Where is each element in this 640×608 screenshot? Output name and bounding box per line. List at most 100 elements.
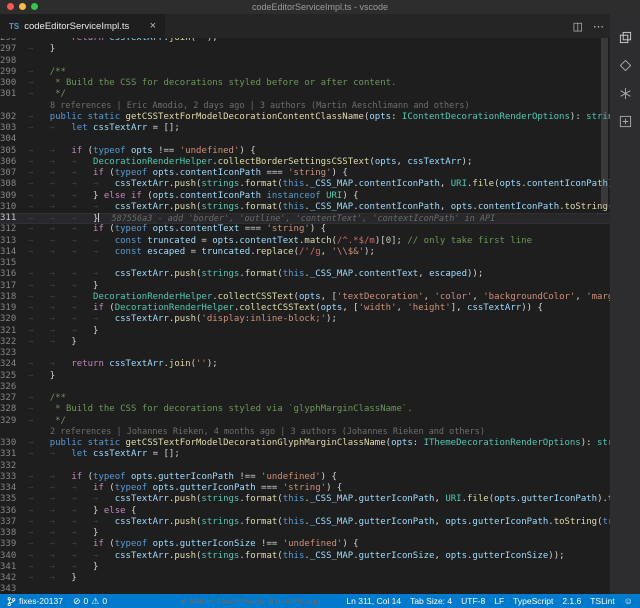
line-number[interactable]: 343 (0, 584, 28, 594)
extensions-icon[interactable] (618, 114, 632, 128)
line-number[interactable]: 301 (0, 89, 28, 100)
code-line[interactable]: 303→ → let cssTextArr = []; (0, 123, 610, 134)
code-line[interactable]: 329→ */ (0, 416, 610, 427)
code-line[interactable]: 320→ → → → cssTextArr.push('display:inli… (0, 314, 610, 325)
line-number[interactable]: 300 (0, 78, 28, 89)
code-line[interactable]: 307→ → → if (typeof opts.contentIconPath… (0, 168, 610, 179)
code-line[interactable]: 331→ → let cssTextArr = []; (0, 449, 610, 460)
feedback-smiley-icon[interactable]: ☺ (624, 597, 633, 606)
line-number[interactable]: 316 (0, 269, 28, 280)
code-line[interactable]: 302→ public static getCSSTextForModelDec… (0, 112, 610, 123)
line-number[interactable]: 305 (0, 146, 28, 157)
code-line[interactable]: 304 (0, 134, 610, 145)
code-line[interactable]: 328→ * Build the CSS for decorations sty… (0, 404, 610, 415)
line-number[interactable]: 338 (0, 528, 28, 539)
code-line[interactable]: 321→ → → } (0, 326, 610, 337)
code-line[interactable]: 310→ → → → cssTextArr.push(strings.forma… (0, 202, 610, 213)
line-number[interactable] (0, 427, 28, 438)
typescript-version-status[interactable]: 2.1.6 (562, 596, 581, 606)
line-number[interactable]: 324 (0, 359, 28, 370)
close-window-button[interactable] (7, 3, 14, 10)
line-number[interactable]: 310 (0, 202, 28, 213)
line-number[interactable]: 298 (0, 56, 28, 67)
line-number[interactable]: 337 (0, 517, 28, 528)
line-number[interactable]: 309 (0, 191, 28, 202)
line-number[interactable]: 320 (0, 314, 28, 325)
line-number[interactable]: 325 (0, 371, 28, 382)
codelens-row[interactable]: 2 references | Johannes Rieken, 4 months… (0, 427, 610, 438)
line-number[interactable]: 336 (0, 506, 28, 517)
line-number[interactable]: 308 (0, 179, 28, 190)
copy-icon[interactable] (618, 30, 632, 44)
line-number[interactable]: 299 (0, 67, 28, 78)
line-number[interactable]: 319 (0, 303, 28, 314)
code-line[interactable]: 322→ → } (0, 337, 610, 348)
problems-indicator[interactable]: ⊘ 0 ⚠ 0 (73, 596, 107, 606)
code-line[interactable]: 317→ → → } (0, 281, 610, 292)
close-tab-icon[interactable]: × (150, 21, 156, 32)
line-number[interactable]: 335 (0, 494, 28, 505)
code-line[interactable]: 311→ → → }587556a3 - add 'border', 'outl… (0, 213, 610, 224)
code-line[interactable]: 324→ → return cssTextArr.join(''); (0, 359, 610, 370)
code-line[interactable]: 335→ → → → cssTextArr.push(strings.forma… (0, 494, 610, 505)
line-number[interactable]: 297 (0, 44, 28, 55)
indentation-status[interactable]: Tab Size: 4 (410, 596, 452, 606)
line-number[interactable]: 306 (0, 157, 28, 168)
code-line[interactable]: 340→ → → → cssTextArr.push(strings.forma… (0, 551, 610, 562)
line-number[interactable]: 332 (0, 461, 28, 472)
line-number[interactable]: 312 (0, 224, 28, 235)
code-line[interactable]: 305→ → if (typeof opts !== 'undefined') … (0, 146, 610, 157)
tslint-status[interactable]: TSLint (590, 596, 615, 606)
code-line[interactable]: 300→ * Build the CSS for decorations sty… (0, 78, 610, 89)
line-number[interactable] (0, 101, 28, 112)
code-line[interactable]: 341→ → → } (0, 562, 610, 573)
code-line[interactable]: 298 (0, 56, 610, 67)
line-number[interactable]: 318 (0, 292, 28, 303)
line-number[interactable]: 331 (0, 449, 28, 460)
line-number[interactable]: 328 (0, 404, 28, 415)
code-line[interactable]: 327→ /** (0, 393, 610, 404)
code-line[interactable]: 309→ → → } else if (opts.contentIconPath… (0, 191, 610, 202)
line-number[interactable]: 304 (0, 134, 28, 145)
line-number[interactable]: 334 (0, 483, 28, 494)
more-actions-icon[interactable]: ⋯ (593, 20, 604, 33)
code-line[interactable]: 342→ → } (0, 573, 610, 584)
line-number[interactable]: 327 (0, 393, 28, 404)
line-number[interactable]: 307 (0, 168, 28, 179)
language-mode-status[interactable]: TypeScript (513, 596, 553, 606)
line-number[interactable]: 330 (0, 438, 28, 449)
eol-status[interactable]: LF (494, 596, 504, 606)
line-number[interactable]: 303 (0, 123, 28, 134)
code-line[interactable]: 338→ → → } (0, 528, 610, 539)
code-editor[interactable]: 296→ → return cssTextArr.join('');297→ }… (0, 38, 610, 594)
line-number[interactable]: 315 (0, 258, 28, 269)
codelens-row[interactable]: 8 references | Eric Amodio, 2 days ago |… (0, 101, 610, 112)
asterisk-icon[interactable] (618, 86, 632, 100)
code-line[interactable]: 319→ → → if (DecorationRenderHelper.coll… (0, 303, 610, 314)
line-number[interactable]: 311 (0, 213, 28, 224)
code-line[interactable]: 334→ → → if (typeof opts.gutterIconPath … (0, 483, 610, 494)
code-line[interactable]: 314→ → → → const escaped = truncated.rep… (0, 247, 610, 258)
line-number[interactable]: 302 (0, 112, 28, 123)
line-number[interactable]: 340 (0, 551, 28, 562)
code-line[interactable]: 332 (0, 461, 610, 472)
code-line[interactable]: 318→ → → DecorationRenderHelper.collectC… (0, 292, 610, 303)
line-number[interactable]: 329 (0, 416, 28, 427)
code-line[interactable]: 336→ → → } else { (0, 506, 610, 517)
code-line[interactable]: 316→ → → → cssTextArr.push(strings.forma… (0, 269, 610, 280)
cursor-position-status[interactable]: Ln 311, Col 14 (346, 596, 401, 606)
git-branch-indicator[interactable]: fixes-20137 (7, 596, 63, 607)
line-number[interactable]: 326 (0, 382, 28, 393)
line-number[interactable]: 342 (0, 573, 28, 584)
diamond-icon[interactable] (618, 58, 632, 72)
line-number[interactable]: 341 (0, 562, 28, 573)
code-line[interactable]: 306→ → → DecorationRenderHelper.collectB… (0, 157, 610, 168)
code-line[interactable]: 313→ → → → const truncated = opts.conten… (0, 236, 610, 247)
code-line[interactable]: 312→ → → if (typeof opts.contentText ===… (0, 224, 610, 235)
code-line[interactable]: 308→ → → → cssTextArr.push(strings.forma… (0, 179, 610, 190)
line-number[interactable]: 322 (0, 337, 28, 348)
line-number[interactable]: 339 (0, 539, 28, 550)
encoding-status[interactable]: UTF-8 (461, 596, 485, 606)
code-line[interactable]: 297→ } (0, 44, 610, 55)
code-line[interactable]: 326 (0, 382, 610, 393)
